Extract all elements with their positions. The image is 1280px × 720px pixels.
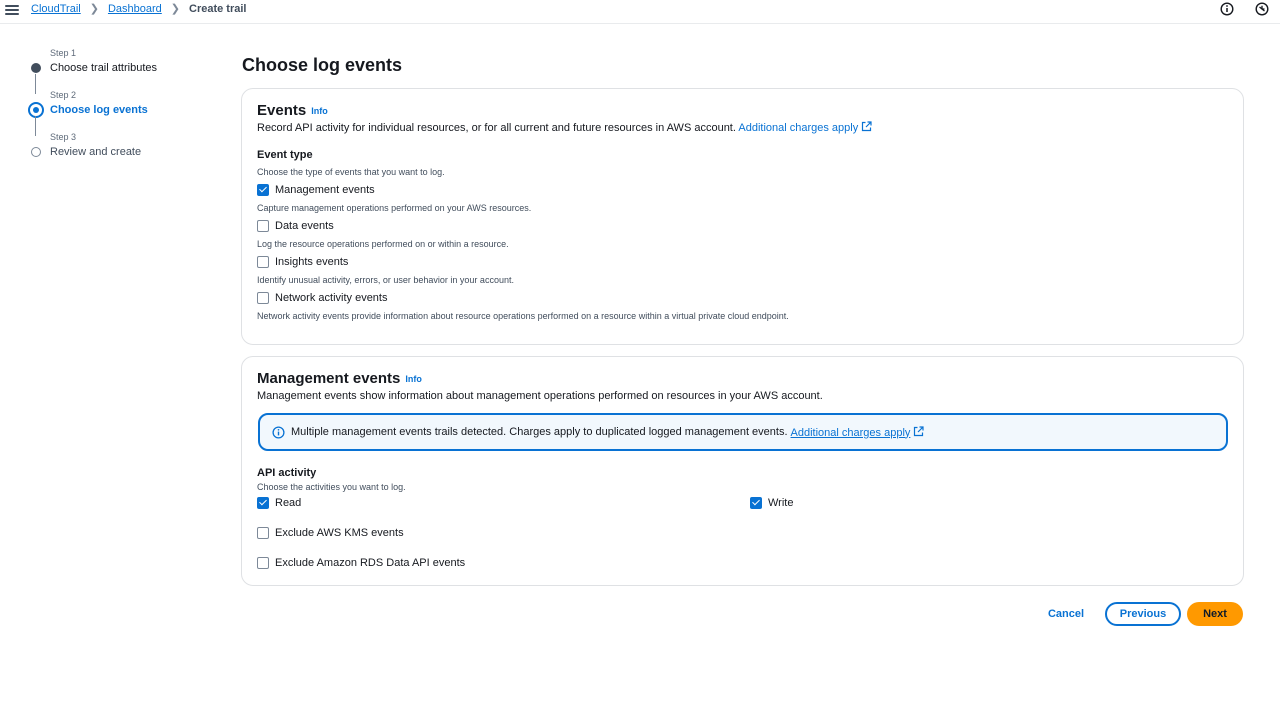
management-events-panel-description: Management events show information about…: [257, 390, 823, 402]
checkbox-checked-icon[interactable]: [750, 497, 762, 509]
insights-events-description: Identify unusual activity, errors, or us…: [257, 275, 514, 285]
additional-charges-link-text[interactable]: Additional charges apply: [738, 122, 858, 134]
checkbox-unchecked-icon[interactable]: [257, 527, 269, 539]
management-events-heading-text: Management events: [257, 370, 401, 387]
alert-additional-charges-link[interactable]: Additional charges apply: [791, 425, 925, 439]
checkbox-unchecked-icon[interactable]: [257, 557, 269, 569]
step-2-title: Choose log events: [50, 104, 148, 116]
events-heading-text: Events: [257, 102, 307, 119]
hamburger-menu-icon[interactable]: [5, 3, 19, 17]
network-activity-events-label: Network activity events: [275, 292, 388, 304]
step-2-label: Step 2: [50, 90, 77, 100]
step-active-dot-icon: [28, 102, 44, 118]
duplicate-trails-alert: Multiple management events trails detect…: [258, 413, 1228, 451]
step-1[interactable]: Step 1 Choose trail attributes: [26, 46, 216, 94]
data-events-description: Log the resource operations performed on…: [257, 239, 509, 249]
write-label: Write: [768, 497, 794, 509]
exclude-kms-checkbox[interactable]: Exclude AWS KMS events: [257, 527, 404, 539]
cancel-button[interactable]: Cancel: [1040, 603, 1092, 625]
api-activity-label: API activity: [257, 467, 317, 479]
exclude-rds-label: Exclude Amazon RDS Data API events: [275, 557, 466, 569]
checkbox-checked-icon[interactable]: [257, 497, 269, 509]
additional-charges-link[interactable]: Additional charges apply: [738, 121, 872, 134]
step-pending-dot-icon: [31, 147, 41, 157]
checkbox-unchecked-icon[interactable]: [257, 220, 269, 232]
step-3: Step 3 Review and create: [26, 130, 216, 172]
data-events-checkbox[interactable]: Data events: [257, 220, 334, 232]
events-heading: Events Info: [257, 102, 328, 119]
checkbox-unchecked-icon[interactable]: [257, 292, 269, 304]
network-activity-events-description: Network activity events provide informat…: [257, 311, 789, 321]
events-panel: Events Info Record API activity for indiv…: [241, 88, 1244, 345]
wizard-steps: Step 1 Choose trail attributes Step 2 Ch…: [26, 46, 216, 172]
exclude-kms-label: Exclude AWS KMS events: [275, 527, 404, 539]
management-events-checkbox[interactable]: Management events: [257, 184, 375, 196]
read-checkbox[interactable]: Read: [257, 497, 301, 509]
notifications-icon[interactable]: [1255, 2, 1269, 16]
breadcrumb-dashboard[interactable]: Dashboard: [108, 3, 162, 15]
external-link-icon: [862, 121, 872, 132]
step-2[interactable]: Step 2 Choose log events: [26, 88, 216, 136]
network-activity-events-checkbox[interactable]: Network activity events: [257, 292, 387, 304]
info-circle-icon: [272, 425, 285, 439]
read-label: Read: [275, 497, 302, 509]
external-link-icon: [914, 425, 924, 436]
events-description-text: Record API activity for individual resou…: [257, 122, 736, 134]
step-1-title: Choose trail attributes: [50, 62, 157, 74]
breadcrumb: CloudTrail ❯ Dashboard ❯ Create trail: [31, 2, 247, 16]
event-type-description: Choose the type of events that you want …: [257, 167, 445, 177]
checkbox-checked-icon[interactable]: [257, 184, 269, 196]
next-button[interactable]: Next: [1187, 602, 1243, 626]
event-type-label: Event type: [257, 149, 313, 161]
checkbox-unchecked-icon[interactable]: [257, 256, 269, 268]
alert-link-text[interactable]: Additional charges apply: [791, 427, 911, 439]
info-circle-icon[interactable]: [1220, 2, 1234, 16]
write-checkbox[interactable]: Write: [750, 497, 793, 509]
step-complete-dot-icon: [31, 63, 41, 73]
management-events-description: Capture management operations performed …: [257, 203, 532, 213]
management-events-panel: Management events Info Management events …: [241, 356, 1244, 586]
chevron-right-icon: ❯: [170, 3, 180, 15]
page-title: Choose log events: [242, 55, 403, 75]
previous-button[interactable]: Previous: [1105, 602, 1181, 626]
api-activity-description: Choose the activities you want to log.: [257, 482, 406, 492]
management-events-label: Management events: [275, 184, 375, 196]
events-description: Record API activity for individual resou…: [257, 121, 872, 134]
data-events-label: Data events: [275, 220, 334, 232]
exclude-rds-checkbox[interactable]: Exclude Amazon RDS Data API events: [257, 557, 465, 569]
step-3-label: Step 3: [50, 132, 77, 142]
events-info-link[interactable]: Info: [311, 106, 328, 116]
top-navigation-bar: CloudTrail ❯ Dashboard ❯ Create trail: [0, 0, 1280, 24]
step-3-title: Review and create: [50, 146, 142, 158]
management-events-info-link[interactable]: Info: [405, 374, 422, 384]
chevron-right-icon: ❯: [89, 3, 99, 15]
management-events-heading: Management events Info: [257, 370, 422, 387]
insights-events-checkbox[interactable]: Insights events: [257, 256, 348, 268]
breadcrumb-cloudtrail[interactable]: CloudTrail: [31, 3, 81, 15]
insights-events-label: Insights events: [275, 256, 349, 268]
alert-text: Multiple management events trails detect…: [291, 426, 788, 438]
breadcrumb-current-page: Create trail: [189, 2, 247, 15]
step-1-label: Step 1: [50, 48, 77, 58]
